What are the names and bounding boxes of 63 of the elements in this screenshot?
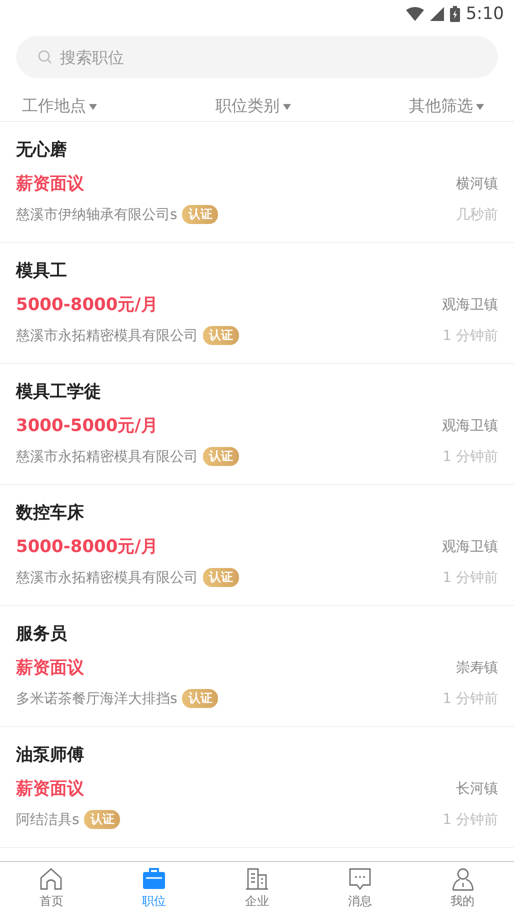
job-card[interactable]: 模具工 5000-8000元/月 观海卫镇 慈溪市永拓精密模具有限公司 认证 1 分钟前 <box>0 243 514 364</box>
building-icon <box>244 866 269 890</box>
salary: 3000-5000元/月 <box>16 415 158 437</box>
job-title: 无心磨 <box>16 139 68 162</box>
signal-icon <box>430 7 444 21</box>
verified-badge: 认证 <box>84 810 120 829</box>
company-name: 慈溪市伊纳轴承有限公司s <box>16 206 178 224</box>
job-card[interactable]: 模具工学徒 3000-5000元/月 观海卫镇 慈溪市永拓精密模具有限公司 认证 1 分钟前 <box>0 364 514 485</box>
person-icon <box>450 866 475 890</box>
post-time: 1 分钟前 <box>442 326 498 344</box>
home-icon <box>39 866 64 890</box>
post-time: 几秒前 <box>456 206 498 224</box>
company-name: 慈溪市永拓精密模具有限公司 <box>16 326 198 344</box>
verified-badge: 认证 <box>203 447 239 466</box>
caret-icon <box>282 104 290 110</box>
salary: 薪资面议 <box>16 173 84 195</box>
caret-icon <box>89 104 97 110</box>
nav-tab[interactable]: 职位 <box>102 862 206 914</box>
salary: 5000-8000元/月 <box>16 294 158 316</box>
company-name: 慈溪市永拓精密模具有限公司 <box>16 448 198 466</box>
nav-tab[interactable]: 我的 <box>411 862 514 914</box>
post-time: 1 分钟前 <box>442 568 498 586</box>
location: 崇寿镇 <box>456 658 498 676</box>
post-time: 1 分钟前 <box>442 690 498 708</box>
status-time: 5:10 <box>466 4 504 24</box>
wifi-icon <box>406 7 424 21</box>
location: 观海卫镇 <box>442 296 498 314</box>
company-name: 阿结洁具s <box>16 810 80 828</box>
location: 长河镇 <box>456 780 498 798</box>
post-time: 1 分钟前 <box>442 448 498 466</box>
job-card[interactable]: 服务员 薪资面议 崇寿镇 多米诺茶餐厅海洋大排挡s 认证 1 分钟前 <box>0 606 514 727</box>
verified-badge: 认证 <box>182 689 218 708</box>
verified-badge: 认证 <box>203 568 239 587</box>
job-title: 模具工学徒 <box>16 381 102 404</box>
salary: 5000-8000元/月 <box>16 536 158 558</box>
briefcase-icon <box>142 866 166 890</box>
job-card[interactable]: 数控车床 5000-8000元/月 观海卫镇 慈溪市永拓精密模具有限公司 认证 1 分钟前 <box>0 485 514 606</box>
verified-badge: 认证 <box>182 205 218 224</box>
filter-dropdown[interactable]: 职位类别 <box>216 96 290 117</box>
job-card[interactable]: 无心磨 薪资面议 横河镇 慈溪市伊纳轴承有限公司s 认证 几秒前 <box>0 122 514 243</box>
chat-icon <box>348 866 372 890</box>
job-title: 数控车床 <box>16 502 85 525</box>
verified-badge: 认证 <box>203 326 239 345</box>
battery-icon <box>450 6 460 22</box>
job-title: 模具工 <box>16 260 68 283</box>
nav-tab[interactable]: 消息 <box>308 862 412 914</box>
salary: 薪资面议 <box>16 657 84 679</box>
salary: 薪资面议 <box>16 778 84 800</box>
nav-tab[interactable]: 企业 <box>206 862 308 914</box>
location: 横河镇 <box>456 174 498 192</box>
post-time: 1 分钟前 <box>442 810 498 828</box>
caret-icon <box>476 104 484 110</box>
search-field[interactable]: 搜索职位 <box>16 36 498 78</box>
company-name: 多米诺茶餐厅海洋大排挡s <box>16 690 178 708</box>
job-card[interactable]: 油泵师傅 薪资面议 长河镇 阿结洁具s 认证 1 分钟前 <box>0 727 514 848</box>
filter-dropdown[interactable]: 工作地点 <box>22 96 97 117</box>
job-title: 油泵师傅 <box>16 744 85 767</box>
filter-dropdown[interactable]: 其他筛选 <box>409 96 484 117</box>
location: 观海卫镇 <box>442 416 498 434</box>
location: 观海卫镇 <box>442 538 498 556</box>
nav-tab[interactable]: 首页 <box>0 862 103 914</box>
company-name: 慈溪市永拓精密模具有限公司 <box>16 568 198 586</box>
job-title: 服务员 <box>16 623 68 646</box>
